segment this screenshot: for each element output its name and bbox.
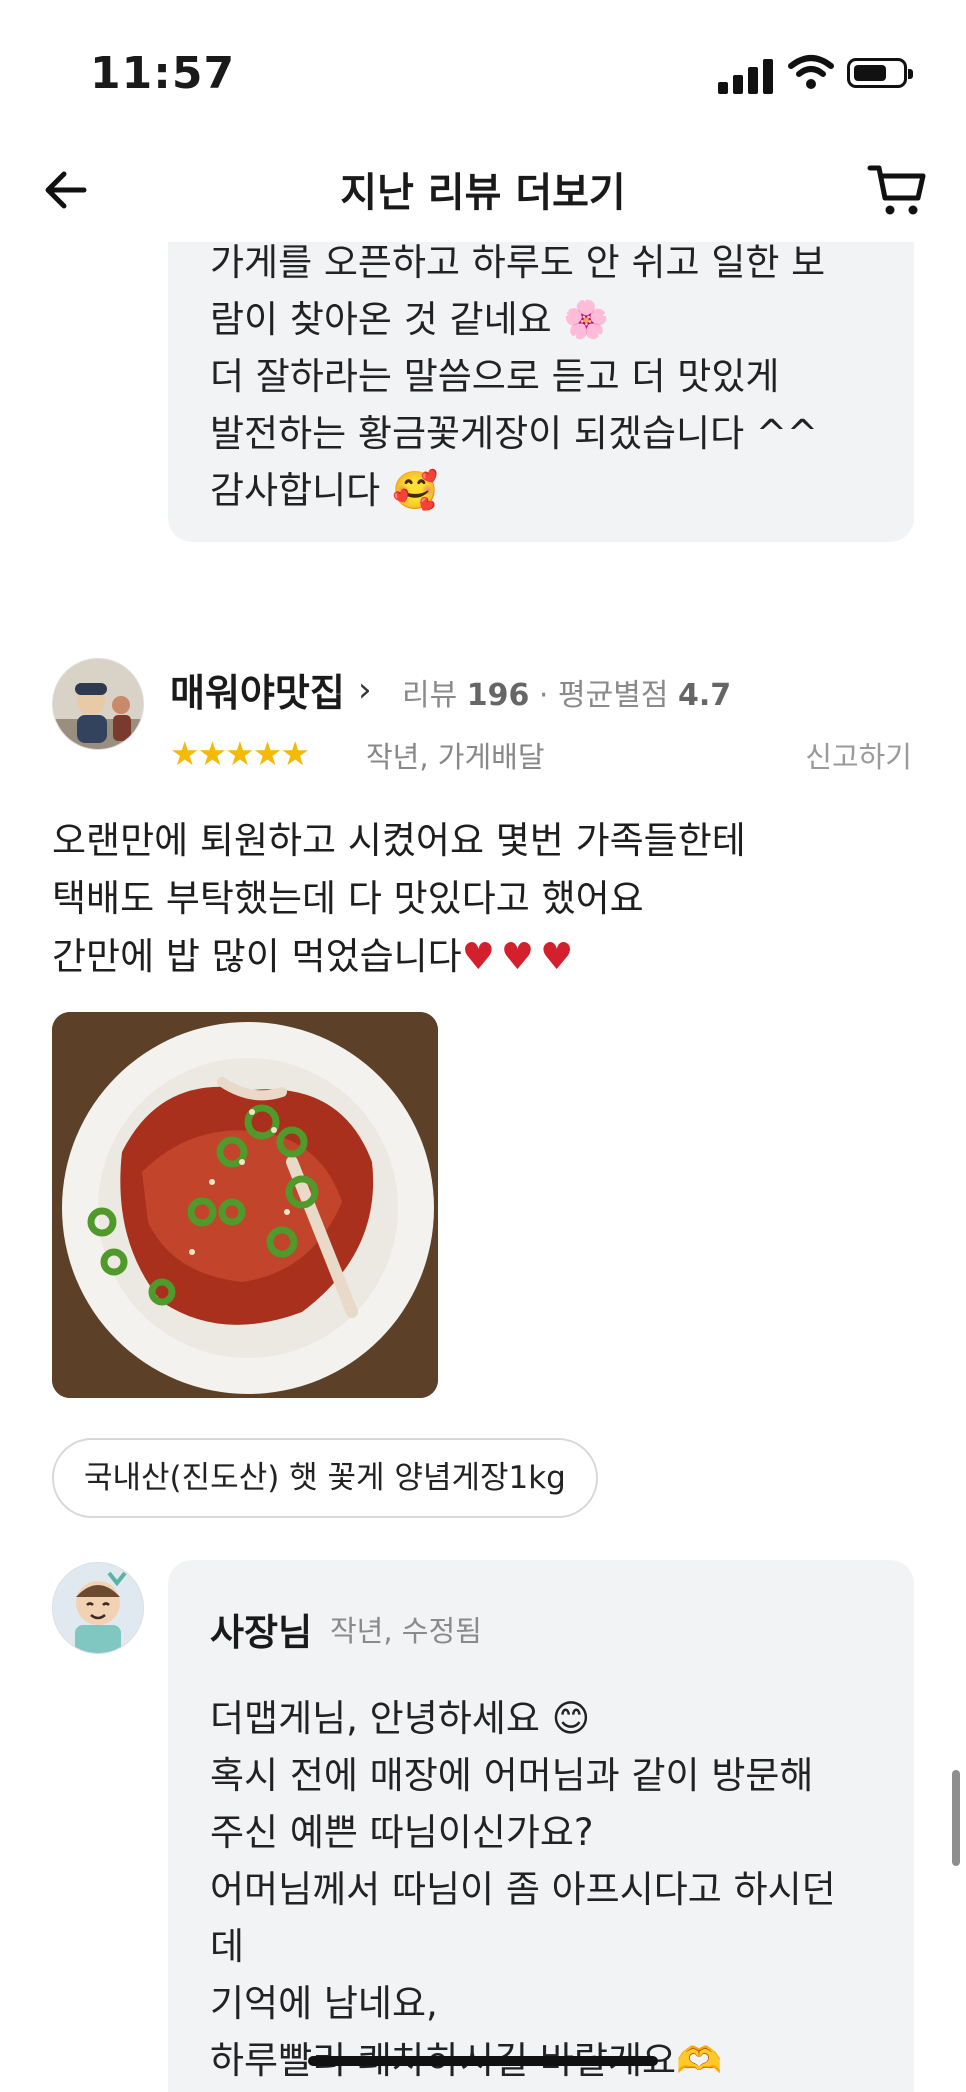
review-date: 작년, 가게배달 [366,740,545,774]
home-indicator[interactable] [308,2056,658,2066]
owner-reply: 사장님 작년, 수정됨 더맵게님, 안녕하세요 😊 혹시 전에 매장에 어머님과… [168,1560,914,2092]
owner-avatar [52,1562,144,1654]
report-button[interactable]: 신고하기 [805,734,912,776]
star-rating: ★★★★★ [170,734,310,773]
signal-icon [718,58,774,94]
review-text: 오랜만에 퇴원하고 시켰어요 몇번 가족들한테 택배도 부탁했는데 다 맛있다고… [52,812,746,986]
previous-reply-text: 가게를 오픈하고 하루도 안 쉬고 일한 보 람이 찾아온 것 같네요 🌸 더 … [210,242,826,512]
status-bar: 11:57 [0,0,966,140]
previous-owner-reply: 가게를 오픈하고 하루도 안 쉬고 일한 보 람이 찾아온 것 같네요 🌸 더 … [168,242,914,542]
top-nav-bar: 지난 리뷰 더보기 [0,140,966,242]
product-tag-chip[interactable]: 국내산(진도산) 햇 꽃게 양념게장1kg [52,1438,598,1518]
dot-separator: · [538,678,558,713]
chevron-right-icon[interactable]: › [358,670,372,710]
reviewer-name[interactable]: 매워야맛집 [170,662,345,717]
reviewer-stats: 리뷰 196 · 평균별점 4.7 [402,670,731,714]
review-count-label: 리뷰 [402,678,458,713]
scrollbar[interactable] [952,1770,960,1866]
status-time: 11:57 [90,48,236,99]
owner-reply-text: 더맵게님, 안녕하세요 😊 혹시 전에 매장에 어머님과 같이 방문해 주신 예… [210,1697,836,2082]
page-title: 지난 리뷰 더보기 [340,170,626,216]
hearts-emoji: ♥♥♥ [461,935,580,978]
review-count: 196 [466,678,530,713]
cart-icon[interactable] [866,158,930,222]
review-body-text: 오랜만에 퇴원하고 시켰어요 몇번 가족들한테 택배도 부탁했는데 다 맛있다고… [52,819,746,978]
battery-icon [847,58,913,88]
review-photo[interactable] [52,1012,438,1398]
wifi-icon [788,55,834,89]
avg-rating: 4.7 [677,678,732,713]
avg-rating-label: 평균별점 [558,678,669,713]
reviewer-avatar[interactable] [52,658,144,750]
owner-reply-date: 작년, 수정됨 [330,1614,482,1648]
owner-name: 사장님 [210,1611,313,1654]
review-list[interactable]: 가게를 오픈하고 하루도 안 쉬고 일한 보 람이 찾아온 것 같네요 🌸 더 … [0,242,966,2092]
